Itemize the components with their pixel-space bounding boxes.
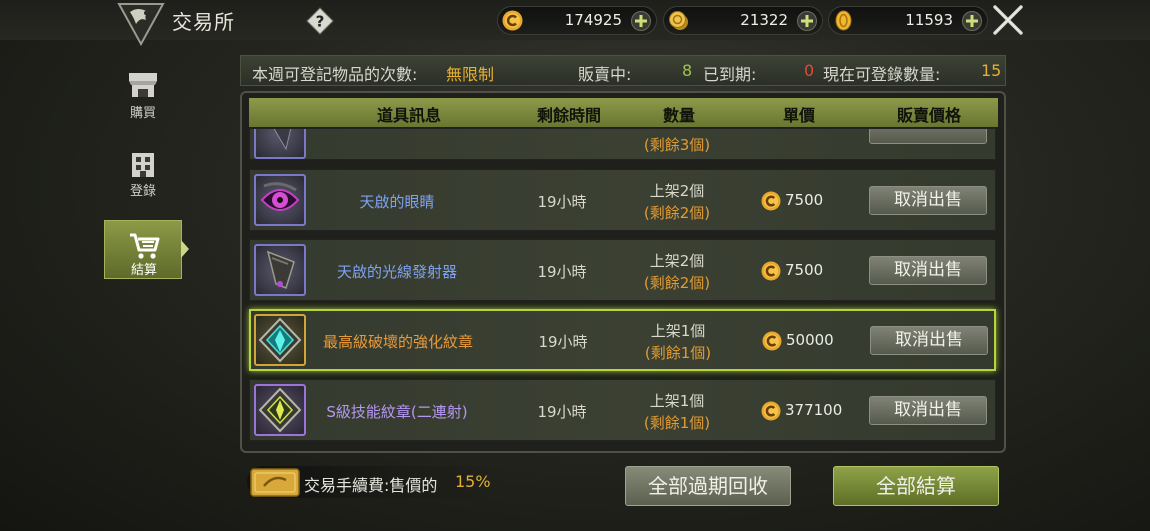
tab-settle-label: 結算	[130, 263, 157, 278]
time-remaining: 19小時	[537, 263, 587, 281]
cancel-sale-button[interactable]: 取消出售	[869, 186, 987, 215]
available-count: 15	[981, 61, 1002, 80]
item-slot	[254, 129, 306, 159]
plus-icon[interactable]	[631, 11, 651, 31]
available-label: 現在可登錄數量:	[823, 65, 941, 84]
reclaim-all-expired-button[interactable]: 全部過期回收	[625, 466, 791, 506]
shop-icon	[129, 73, 157, 97]
column-header: 剩餘時間	[536, 106, 601, 125]
item-slot	[254, 384, 306, 436]
unit-price: 7500	[785, 261, 824, 279]
column-header: 販賣價格	[896, 106, 961, 125]
table-row-partial[interactable]: (剩餘3個)	[249, 128, 996, 160]
c-coin-icon	[761, 191, 781, 211]
unit-price: 7500	[785, 191, 824, 209]
listed-quantity: 上架2個	[649, 252, 705, 270]
unit-price: 377100	[785, 401, 843, 419]
currency-display: 21322	[663, 6, 823, 35]
tab-register-label: 登錄	[129, 184, 156, 199]
gold-coin-stack-icon	[669, 11, 688, 30]
c-coin-icon	[762, 331, 782, 351]
item-name: 天啟的眼睛	[359, 193, 435, 211]
ticket-icon	[250, 468, 300, 497]
c-coin-icon	[761, 261, 781, 281]
expired-count: 0	[804, 61, 815, 80]
active-tab-arrow-icon	[181, 240, 189, 258]
svg-text:?: ?	[316, 13, 325, 31]
c-coin-icon	[761, 401, 781, 421]
tab-buy-label: 購買	[129, 106, 156, 121]
cancel-sale-button[interactable]	[869, 129, 987, 144]
help-icon[interactable]: ?	[306, 7, 334, 35]
plus-icon[interactable]	[962, 11, 982, 31]
remaining-quantity: (剩餘2個)	[643, 274, 711, 292]
item-name: S級技能紋章(二連射)	[326, 403, 468, 421]
remaining-quantity: (剩餘3個)	[643, 136, 711, 154]
selling-count: 8	[682, 61, 693, 80]
weekly-limit-value: 無限制	[446, 65, 495, 84]
remaining-quantity: (剩餘1個)	[644, 344, 712, 362]
selling-label: 販賣中:	[578, 65, 632, 84]
page-title: 交易所	[172, 10, 235, 34]
time-remaining: 19小時	[537, 193, 587, 211]
c-coin-icon	[502, 10, 523, 31]
currency-value: 11593	[905, 11, 953, 29]
listed-quantity: 上架1個	[649, 392, 705, 410]
currency-value: 174925	[564, 11, 622, 29]
item-slot	[254, 174, 306, 226]
column-header: 道具訊息	[376, 106, 441, 125]
remaining-quantity: (剩餘2個)	[643, 204, 711, 222]
eye-icon	[260, 182, 300, 211]
gold-coin-icon	[835, 10, 852, 31]
dragon-emblem-icon	[116, 0, 166, 47]
column-header: 單價	[782, 106, 815, 125]
table-row[interactable]: S級技能紋章(二連射) 19小時 上架1個 (剩餘1個) 377100 取消出售	[249, 379, 996, 441]
cart-icon	[130, 233, 160, 259]
info-bar: 本週可登記物品的次數: 無限制 販賣中: 8 已到期: 0 現在可登錄數量: 1…	[240, 55, 1006, 86]
tab-register[interactable]: 登錄	[104, 146, 182, 206]
plus-icon[interactable]	[797, 11, 817, 31]
emblem-icon	[258, 317, 302, 363]
listed-quantity: 上架2個	[649, 182, 705, 200]
item-name: 最高級破壞的強化紋章	[322, 333, 473, 351]
shard-icon	[273, 129, 292, 151]
weekly-limit-label: 本週可登記物品的次數:	[252, 65, 418, 84]
table-row-selected[interactable]: 最高級破壞的強化紋章 19小時 上架1個 (剩餘1個) 50000 取消出售	[249, 309, 996, 371]
unit-price: 50000	[786, 331, 834, 349]
tab-settle[interactable]: 結算	[104, 220, 182, 279]
table-header: 道具訊息 剩餘時間 數量 單價 販賣價格	[249, 98, 998, 127]
tab-buy[interactable]: 購買	[104, 68, 182, 128]
time-remaining: 19小時	[537, 403, 587, 421]
settle-all-button[interactable]: 全部結算	[833, 466, 999, 506]
item-slot	[254, 244, 306, 296]
remaining-quantity: (剩餘1個)	[643, 414, 711, 432]
cancel-sale-button[interactable]: 取消出售	[869, 396, 987, 425]
fee-value: 15%	[455, 472, 491, 491]
column-header: 數量	[662, 106, 695, 125]
beam-emitter-icon	[266, 250, 295, 289]
item-name: 天啟的光線發射器	[336, 263, 457, 281]
time-remaining: 19小時	[538, 333, 588, 351]
cancel-sale-button[interactable]: 取消出售	[870, 326, 988, 355]
expired-label: 已到期:	[703, 65, 757, 84]
item-slot	[254, 314, 306, 366]
currency-display: 174925	[497, 6, 657, 35]
table-row[interactable]: 天啟的眼睛 19小時 上架2個 (剩餘2個) 7500 取消出售	[249, 169, 996, 231]
cancel-sale-button[interactable]: 取消出售	[869, 256, 987, 285]
close-icon[interactable]	[992, 4, 1024, 36]
listed-quantity: 上架1個	[650, 322, 706, 340]
currency-display: 11593	[828, 6, 988, 35]
table-row[interactable]: 天啟的光線發射器 19小時 上架2個 (剩餘2個) 7500 取消出售	[249, 239, 996, 301]
fee-label: 交易手續費:售價的	[304, 476, 438, 495]
building-icon	[132, 153, 154, 177]
currency-value: 21322	[740, 11, 788, 29]
skill-emblem-icon	[258, 387, 302, 433]
